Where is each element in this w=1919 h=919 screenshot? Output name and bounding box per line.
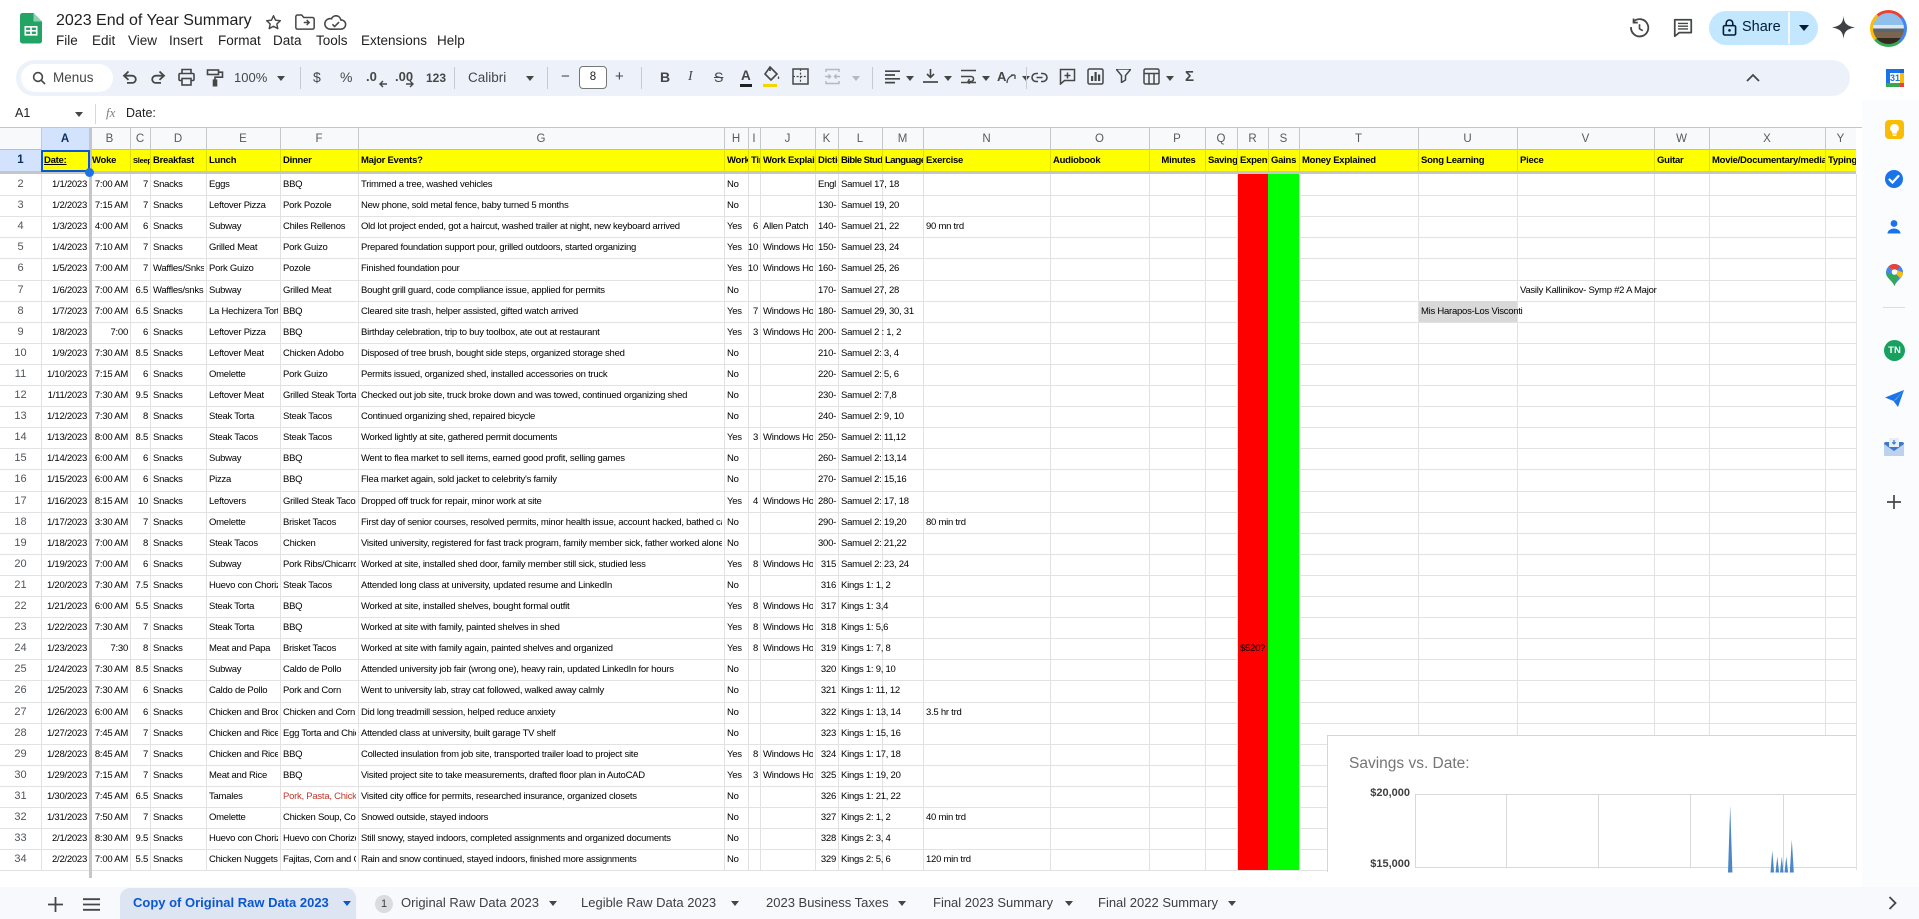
svg-text:31: 31 [1890, 73, 1900, 83]
